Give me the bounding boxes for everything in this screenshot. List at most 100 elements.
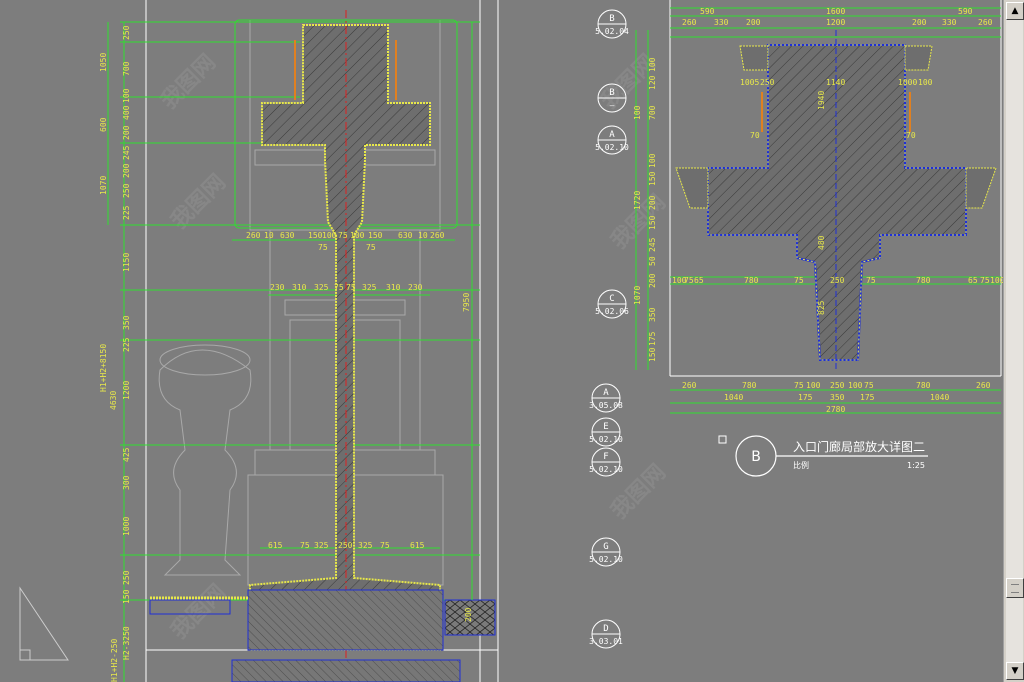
dim-text: 150	[648, 347, 657, 362]
dim-text: 10	[418, 231, 428, 240]
bubble-label: A	[609, 130, 615, 140]
dim-text: 100	[806, 381, 821, 390]
bubble-sheet-ref: —	[610, 101, 615, 110]
dim-text: 75	[794, 276, 804, 285]
dim-text: H2-3250	[122, 626, 131, 660]
title-marker	[718, 435, 727, 444]
dim-text: 75	[380, 541, 390, 550]
watermark-text: 我图网	[157, 50, 221, 114]
bubble-label: A	[603, 388, 609, 398]
dim-text: 1150	[122, 253, 131, 272]
detail-dims-top: 590 1600 590 260 330 200 1200 200 330 26…	[682, 7, 993, 27]
dim-text: 245	[648, 237, 657, 252]
dim-text: 330	[942, 18, 957, 27]
dim-text: 100	[122, 88, 131, 103]
detail-title-block: B 入口门廊局部放大详图二 比例 1:25	[718, 435, 928, 477]
dim-text: 700	[648, 105, 657, 120]
dim-text: 1200	[826, 18, 845, 27]
dim-text: 615	[268, 541, 283, 550]
dim-text: 590	[700, 7, 715, 16]
dim-text: 250	[760, 78, 775, 87]
detail-dims-bottom: 260 780 75 100 250 100 75 780 260 1040 1…	[682, 381, 991, 414]
watermark-text: 我图网	[167, 580, 231, 644]
dim-text: 75	[318, 243, 328, 252]
bubble-label: C	[609, 294, 614, 304]
scroll-thumb[interactable]	[1006, 578, 1024, 598]
dim-text: 150	[308, 231, 323, 240]
dim-text: 325	[358, 541, 373, 550]
dim-text: 480	[817, 235, 826, 250]
section-bubble: D 3.03.01	[589, 619, 623, 649]
dim-text: 260	[682, 18, 697, 27]
dim-text: 250	[122, 183, 131, 198]
dim-text: 325	[362, 283, 377, 292]
dim-text: 100	[990, 276, 1003, 285]
dim-text: 150	[368, 231, 383, 240]
dim-text: 260	[978, 18, 993, 27]
dim-text: 310	[292, 283, 307, 292]
bubble-sheet-ref: 5.02.06	[595, 307, 629, 316]
dim-text: 1940	[817, 91, 826, 110]
dim-text: 310	[386, 283, 401, 292]
dim-text: 100	[648, 153, 657, 168]
dim-text: 780	[742, 381, 757, 390]
scroll-down-button[interactable]: ▼	[1006, 662, 1024, 680]
bubble-label: D	[603, 624, 608, 634]
dim-text: 260	[430, 231, 445, 240]
dim-text: 325	[314, 283, 329, 292]
dim-text: 700	[122, 61, 131, 76]
bubble-label: F	[603, 452, 608, 462]
dim-text: 65	[968, 276, 978, 285]
dim-text: H1+H2+8150	[99, 344, 108, 392]
bubble-sheet-ref: 5.02.10	[589, 555, 623, 564]
dim-text: 1200	[122, 381, 131, 400]
dim-text: 425	[122, 447, 131, 462]
dim-text: 1000	[122, 517, 131, 536]
dim-text: 50	[648, 256, 657, 266]
dim-text: 400	[122, 105, 131, 120]
dim-text: 75	[864, 381, 874, 390]
ucs-icon	[19, 586, 69, 661]
dim-text: 300	[122, 475, 131, 490]
dim-text: 200	[464, 607, 473, 622]
cad-drawing-area[interactable]: 我图网 我图网 我图网 我图网 我图网 我图网 260 10 630 150 1…	[0, 0, 1003, 682]
dim-text: 65	[694, 276, 704, 285]
dim-text: 225	[122, 205, 131, 220]
dim-text: H1+H2-250	[110, 638, 119, 682]
dim-text: 70	[750, 131, 760, 140]
dim-text: 100	[918, 78, 933, 87]
section-bubble: G 5.02.10	[589, 537, 623, 567]
section-bubble: A 5.02.10	[595, 125, 629, 155]
dim-text: 1070	[99, 176, 108, 195]
dim-text: 175	[798, 393, 813, 402]
dim-text: 600	[99, 117, 108, 132]
dim-text: 615	[410, 541, 425, 550]
dim-text: 1070	[633, 286, 642, 305]
elevation-dims-mid: 230 310 325 75 75 325 310 230	[270, 283, 423, 292]
section-bubble: B—	[597, 83, 627, 113]
vertical-scrollbar[interactable]: ▲ ▼	[1003, 0, 1024, 682]
dim-text: 330	[714, 18, 729, 27]
dim-text: 1040	[930, 393, 949, 402]
section-bubbles: B5.02.04B—A5.02.10C5.02.06A3.05.08E5.02.…	[589, 9, 629, 649]
scroll-up-button[interactable]: ▲	[1006, 2, 1024, 20]
dim-text: 200	[648, 195, 657, 210]
section-bubble: C 5.02.06	[595, 289, 629, 319]
detail-title: 入口门廊局部放大详图二	[793, 439, 925, 454]
scale-value: 1:25	[907, 461, 925, 470]
dim-text: 250	[830, 381, 845, 390]
dim-text: 150	[648, 171, 657, 186]
dim-text: 350	[122, 315, 131, 330]
dim-text: 350	[648, 307, 657, 322]
dim-text: 7950	[462, 293, 471, 312]
scale-label: 比例	[793, 460, 809, 470]
bubble-label: B	[609, 14, 614, 24]
dim-text: 175	[860, 393, 875, 402]
scroll-track[interactable]	[1006, 20, 1023, 662]
dim-text: 1000	[898, 78, 917, 87]
dim-text: 630	[398, 231, 413, 240]
bubble-label: B	[609, 88, 614, 98]
dim-text: 70	[906, 131, 916, 140]
dim-text: 260	[246, 231, 261, 240]
dim-text: 250	[122, 570, 131, 585]
